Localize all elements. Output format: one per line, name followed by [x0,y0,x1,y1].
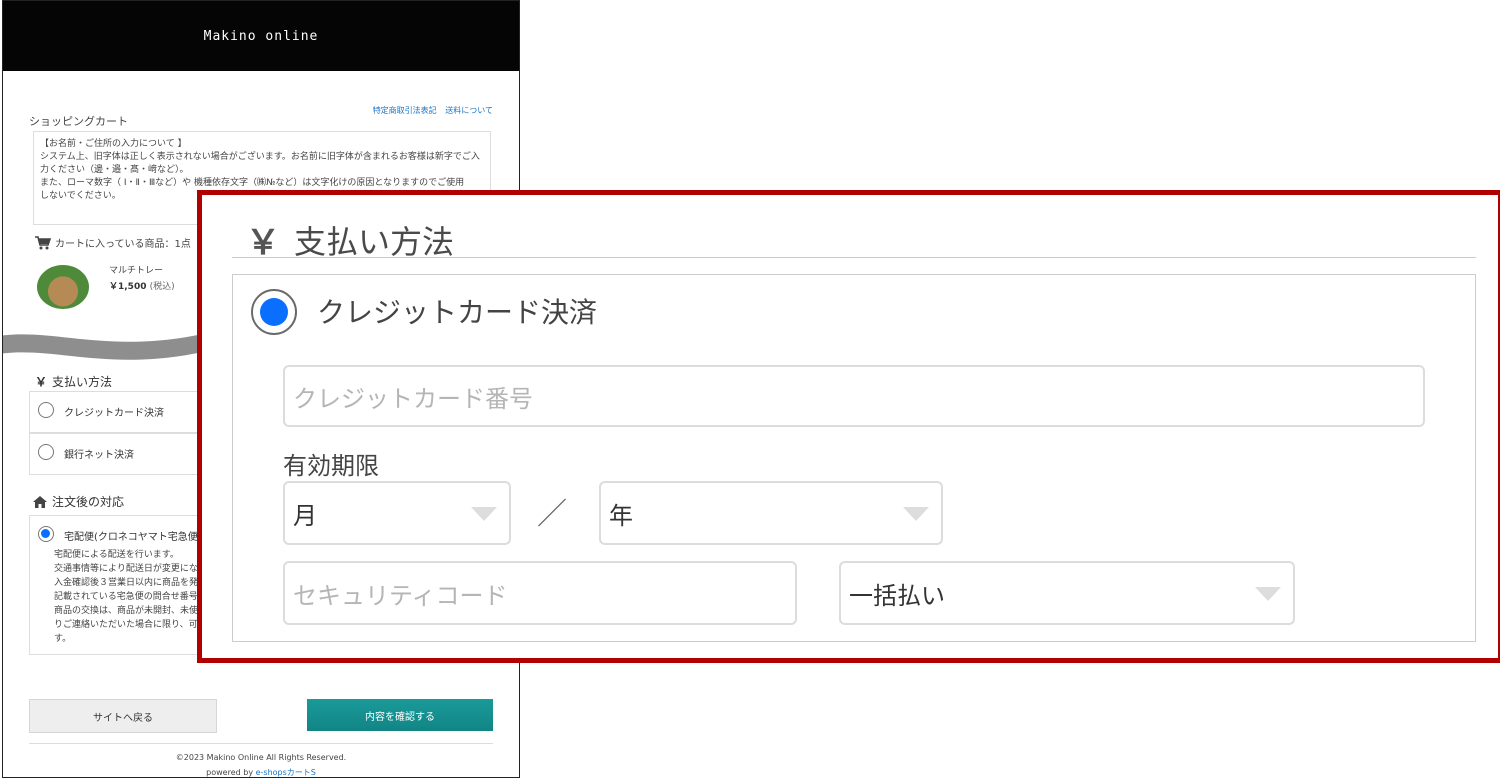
payment-option-label: クレジットカード決済 [64,408,164,419]
home-icon [33,495,47,508]
price-value: ￥1,500 [109,282,147,292]
credit-card-panel: クレジットカード決済 クレジットカード番号 有効期限 月 ／ 年 セキュリティコ… [232,274,1476,642]
powered-prefix: powered by [206,768,256,777]
heading-divider [232,257,1476,258]
expiry-year-select[interactable]: 年 [599,481,943,545]
chevron-down-icon [471,507,497,521]
notice-line: 【お名前・ご住所の入力について 】 [40,139,187,149]
delivery-line: 宅配便による配送を行います。 [54,550,179,560]
powered-link[interactable]: e-shopsカートS [256,768,316,777]
payment-method-label: クレジットカード決済 [317,296,598,329]
brand-logo[interactable]: Makino online [204,29,319,44]
chevron-down-icon [903,507,929,521]
radio-credit-selected[interactable] [251,289,297,335]
wavy-cut-band [3,329,223,360]
notice-line: 力ください（邊・邉・髙・﨑など）。 [40,165,189,175]
notice-line: システム上、旧字体は正しく表示されない場合がございます。お名前に旧字体が含まれる… [40,152,480,162]
delivery-heading: 注文後の対応 [33,493,124,510]
year-value: 年 [609,501,633,530]
payment-option-credit[interactable]: クレジットカード決済 [29,391,201,433]
delivery-option-label: 宅配便(クロネコヤマト宅急便 [64,532,198,543]
radio-credit[interactable] [38,402,54,418]
delivery-line: 記載されている宅急便の問合せ番号 [54,592,198,602]
footer-divider [29,743,493,744]
page-title: ショッピングカート [29,115,128,128]
payment-heading: ￥ 支払い方法 [35,373,112,390]
delivery-heading-text: 注文後の対応 [52,495,125,509]
yen-icon: ￥ [35,375,48,389]
date-separator: ／ [537,497,567,532]
installment-select[interactable]: 一括払い [839,561,1295,625]
delivery-line: す。 [54,634,72,644]
payment-option-bank[interactable]: 銀行ネット決済 [29,433,201,475]
payment-heading-text: 支払い方法 [52,375,113,389]
back-to-site-button[interactable]: サイトへ戻る [29,699,217,733]
chevron-down-icon [1255,587,1281,601]
product-name: マルチトレー [109,266,164,276]
link-shipping[interactable]: 送料について [445,106,493,115]
site-header: Makino online [3,1,519,71]
radio-delivery[interactable] [38,526,54,542]
cart-count: カートに入っている商品：1点 [35,235,191,250]
delivery-line: りご連絡いただいた場合に限り、可 [54,620,198,630]
product-price: ￥1,500 (税込) [109,279,175,292]
month-value: 月 [293,501,317,530]
product-image [37,265,89,309]
price-tax: (税込) [149,282,175,292]
delivery-line: 入金確認後３営業日以内に商品を発 [54,578,199,588]
payment-zoom-callout: ￥ 支払い方法 クレジットカード決済 クレジットカード番号 有効期限 月 ／ 年… [197,190,1500,663]
link-legal[interactable]: 特定商取引法表記 [373,106,437,115]
powered-by: powered by e-shopsカートS [3,767,519,777]
copyright: ©2023 Makino Online All Rights Reserved. [175,753,347,762]
notice-line: また、ローマ数字（ Ⅰ・Ⅱ・Ⅲなど）や 機種依存文字（㈱№など）は文字化けの原因… [40,178,465,188]
security-code-input[interactable]: セキュリティコード [283,561,797,625]
delivery-line: 商品の交換は、商品が未開封、未使 [54,606,199,616]
payment-option-label: 銀行ネット決済 [64,450,134,461]
radio-bank[interactable] [38,444,54,460]
expiry-month-select[interactable]: 月 [283,481,511,545]
card-number-input[interactable]: クレジットカード番号 [283,365,1425,427]
confirm-order-button[interactable]: 内容を確認する [307,699,493,731]
cart-icon [35,235,51,249]
installment-value: 一括払い [849,581,945,610]
top-links: 特定商取引法表記 送料について [367,105,493,116]
delivery-description: 宅配便による配送を行います。 交通事情等により配送日が変更にな 入金確認後３営業… [54,548,198,646]
expiry-label: 有効期限 [283,452,379,480]
delivery-line: 交通事情等により配送日が変更にな [54,564,198,574]
cart-count-text: カートに入っている商品：1点 [55,239,191,250]
zoom-heading-text: 支払い方法 [294,222,455,261]
